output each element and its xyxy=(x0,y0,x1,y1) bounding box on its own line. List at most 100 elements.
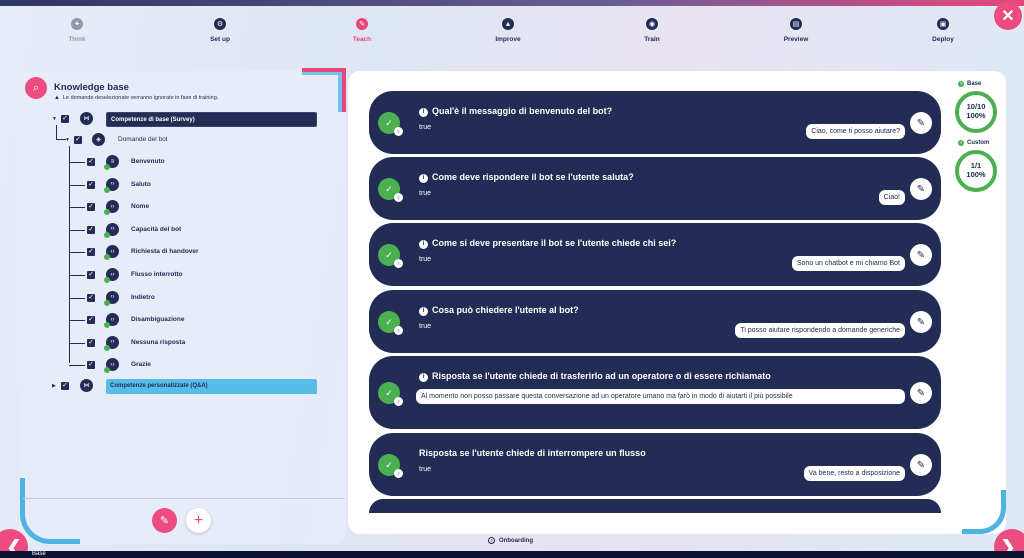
question-text: i Come deve rispondere il bot se l'utente… xyxy=(419,172,634,183)
edit-answer-button[interactable]: ✎ xyxy=(910,454,932,476)
question-card[interactable]: ✓ ≡ Risposta se l'utente chiede di interro… xyxy=(369,433,941,496)
question-text: i Cosa può chiedere l'utente al bot? xyxy=(419,305,579,316)
message-icon: ≡ xyxy=(104,155,119,170)
expand-arrow-icon[interactable]: ▼ xyxy=(65,137,70,143)
question-card[interactable]: ✓ ≡ i Qual'è il messaggio di benvenuto del … xyxy=(369,91,941,154)
step-deploy[interactable]: ▣ Deploy xyxy=(903,18,983,43)
edit-button[interactable]: ✎ xyxy=(152,508,177,533)
gauge-custom-label: Custom xyxy=(967,140,990,146)
item-label: Benvenuto xyxy=(131,158,165,165)
question-card[interactable]: ✓ ≡ i Come si deve presentare il bot se l'u… xyxy=(369,223,941,286)
badge-icon: ≡ xyxy=(394,259,403,268)
group-custom-bar[interactable]: Competenze personalizzate (Q&A) xyxy=(106,379,317,394)
info-icon: ? xyxy=(958,81,964,87)
pencil-icon: ✎ xyxy=(916,249,926,261)
question-card[interactable]: ✓ ≡ i Come deve rispondere il bot se l'uten… xyxy=(369,157,941,220)
wizard-stepper: ✦ Think ⚙ Set up ✎ Teach ▲ Improve ◉ Train ▤ Previe… xyxy=(0,10,1024,54)
answer-bubble: Va bene, resto a disposizione xyxy=(803,466,905,482)
gauge-base-label: Base xyxy=(967,81,982,87)
rocket-icon: ▣ xyxy=(937,18,949,30)
warning-icon: ▲ xyxy=(54,95,60,101)
step-preview[interactable]: ▤ Preview xyxy=(756,18,836,43)
share-icon: ⋈ xyxy=(80,379,93,392)
item-checkbox[interactable]: ✓ xyxy=(87,361,95,370)
expand-arrow-icon[interactable]: ▼ xyxy=(52,116,57,122)
collapsed-arrow-icon[interactable]: ▶ xyxy=(52,383,56,389)
flag-text: true xyxy=(419,256,432,263)
answer-bubble: Ciao, come ti posso aiutare? xyxy=(806,124,905,140)
edit-answer-button[interactable]: ✎ xyxy=(910,311,932,333)
step-improve[interactable]: ▲ Improve xyxy=(468,18,548,43)
question-label: Cosa può chiedere l'utente al bot? xyxy=(432,305,579,315)
question-label: Come si deve presentare il bot se l'uten… xyxy=(432,238,677,248)
subgroup-label: Domande del bot xyxy=(118,136,168,143)
step-train[interactable]: ◉ Train xyxy=(612,18,692,43)
decorative-corner xyxy=(302,68,346,112)
question-card[interactable]: ✓ ≡ i Cosa può chiedere l'utente al bot? tru… xyxy=(369,290,941,353)
question-card-partial[interactable] xyxy=(369,499,941,513)
question-text: i Risposta se l'utente chiede di trasferi… xyxy=(419,371,771,382)
step-label: Teach xyxy=(352,36,372,43)
question-card[interactable]: ✓ ≡ i Risposta se l'utente chiede di trasfe… xyxy=(369,356,941,429)
flag-text: true xyxy=(419,323,432,330)
pencil-icon: ✎ xyxy=(916,459,926,471)
gauge-base-title: ? Base xyxy=(958,81,981,87)
step-think[interactable]: ✦ Think xyxy=(37,18,117,43)
group-survey-bar[interactable]: Competenze di base (Survey) xyxy=(106,112,317,127)
flag-text: true xyxy=(419,124,432,131)
plus-icon: + xyxy=(193,511,204,529)
onboarding-link[interactable]: ? Onboarding xyxy=(488,537,533,544)
item-label: Nessuna risposta xyxy=(131,338,186,346)
flag-text: true xyxy=(419,466,432,473)
item-label: Indietro xyxy=(131,293,155,301)
item-checkbox[interactable]: ✓ xyxy=(87,248,95,257)
step-teach[interactable]: ✎ Teach xyxy=(322,18,402,43)
item-checkbox[interactable]: ✓ xyxy=(87,338,95,347)
answer-bubble: Al momento non posso passare questa conv… xyxy=(416,389,905,405)
badge-icon: ≡ xyxy=(394,193,403,202)
info-icon: i xyxy=(419,373,428,382)
group-survey-label: Competenze di base (Survey) xyxy=(111,117,195,123)
item-checkbox[interactable]: ✓ xyxy=(87,271,95,279)
edit-answer-button[interactable]: ✎ xyxy=(910,382,932,404)
item-checkbox[interactable]: ✓ xyxy=(87,293,95,302)
info-icon: i xyxy=(419,174,428,183)
help-icon: ? xyxy=(488,537,495,544)
question-label: Risposta se l'utente chiede di interromp… xyxy=(419,448,646,458)
group-survey-checkbox[interactable]: ✓ xyxy=(61,115,69,123)
gauge-custom-percent: 100% xyxy=(966,170,986,179)
close-button[interactable]: ✕ xyxy=(994,2,1022,30)
badge-icon: ≡ xyxy=(394,127,403,136)
pencil-icon: ✎ xyxy=(916,387,926,399)
item-label: Disambiguazione xyxy=(131,316,185,324)
close-icon: ✕ xyxy=(1001,8,1015,25)
check-icon: ✓ ≡ xyxy=(378,244,403,268)
search-button[interactable]: ⌕ xyxy=(25,77,47,99)
brain-icon: ◉ xyxy=(646,18,658,30)
item-checkbox[interactable]: ✓ xyxy=(87,225,95,234)
flask-icon: ▲ xyxy=(502,18,514,30)
item-checkbox[interactable]: ✓ xyxy=(87,316,95,325)
item-label: Flusso interrotto xyxy=(131,271,183,278)
edit-answer-button[interactable]: ✎ xyxy=(910,178,932,200)
item-checkbox[interactable]: ✓ xyxy=(87,203,95,212)
info-icon: i xyxy=(419,307,428,316)
info-icon: ? xyxy=(958,140,964,146)
group-custom-checkbox[interactable]: ✓ xyxy=(61,382,69,390)
info-icon: i xyxy=(419,108,428,117)
item-checkbox[interactable]: ✓ xyxy=(87,180,95,189)
code-icon: ‹› xyxy=(104,335,119,351)
check-icon: ✓ ≡ xyxy=(378,311,403,335)
add-button[interactable]: + xyxy=(186,508,211,533)
panel-divider xyxy=(23,498,345,499)
answer-bubble: Ti posso aiutare rispondendo a domande g… xyxy=(735,323,905,339)
edit-answer-button[interactable]: ✎ xyxy=(910,244,932,266)
subgroup-checkbox[interactable]: ✓ xyxy=(74,136,82,144)
badge-icon: ≡ xyxy=(394,397,403,406)
question-text: i Qual'è il messaggio di benvenuto del bo… xyxy=(419,106,612,117)
step-label: Improve xyxy=(495,36,521,43)
item-checkbox[interactable]: ✓ xyxy=(87,158,95,166)
step-set-up[interactable]: ⚙ Set up xyxy=(180,18,260,43)
panel-title: Knowledge base xyxy=(54,82,129,93)
edit-answer-button[interactable]: ✎ xyxy=(910,112,932,134)
